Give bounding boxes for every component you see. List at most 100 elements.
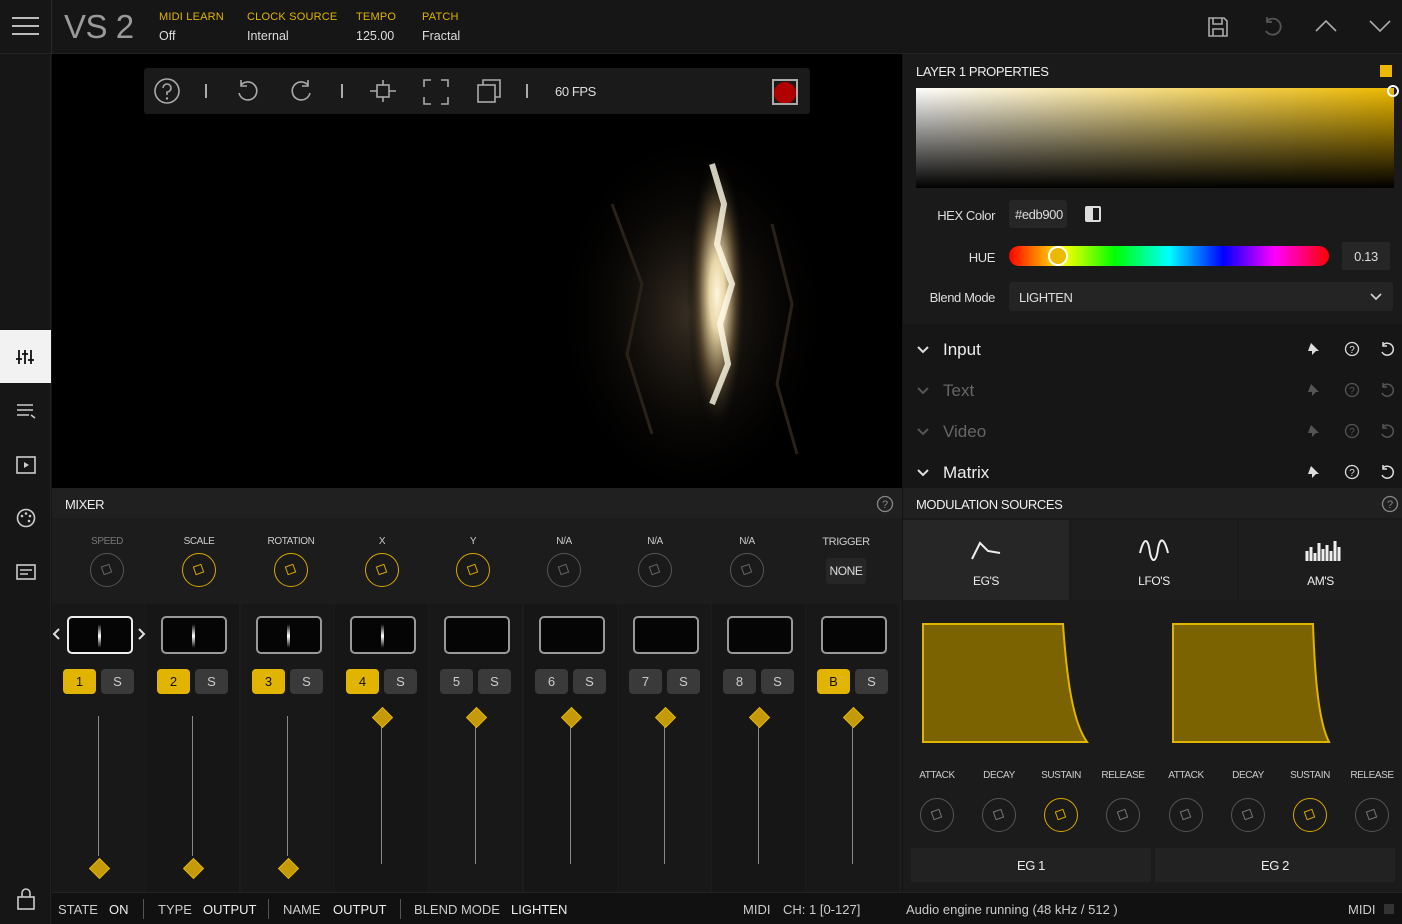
undo-icon[interactable] <box>1262 16 1284 43</box>
pin-icon[interactable] <box>1307 383 1321 397</box>
help-icon[interactable]: ? <box>1344 382 1360 398</box>
copy-icon[interactable] <box>476 78 502 109</box>
channel-thumbnail[interactable] <box>444 616 510 654</box>
channel-select-button[interactable]: 7 <box>629 669 662 694</box>
output-window-button[interactable] <box>772 79 798 105</box>
eg-param-release[interactable]: RELEASE <box>1346 770 1398 836</box>
fader-handle[interactable] <box>277 857 300 880</box>
hue-slider[interactable] <box>1009 246 1329 266</box>
channel-thumbnail[interactable] <box>539 616 605 654</box>
move-icon[interactable] <box>369 79 397 108</box>
eg2-graph[interactable] <box>1171 622 1336 744</box>
midi-learn-control[interactable]: MIDI LEARN Off <box>159 11 224 43</box>
patch-control[interactable]: PATCH Fractal <box>422 11 460 43</box>
eg-knob[interactable] <box>1106 798 1140 832</box>
eg-param-attack[interactable]: ATTACK <box>911 770 963 836</box>
fader-handle[interactable] <box>88 857 111 880</box>
channel-select-button[interactable]: 1 <box>63 669 96 694</box>
trigger-select[interactable]: NONE <box>826 558 866 584</box>
sidebar-item-media[interactable] <box>16 455 36 480</box>
channel-select-button[interactable]: 4 <box>346 669 379 694</box>
color-picker-handle[interactable] <box>1387 85 1399 97</box>
render-viewport[interactable]: 60 FPS <box>52 54 902 488</box>
param-knob[interactable] <box>90 553 124 587</box>
eg-knob[interactable] <box>1293 798 1327 832</box>
channel-thumbnail[interactable] <box>727 616 793 654</box>
fullscreen-icon[interactable] <box>422 78 450 111</box>
pin-icon[interactable] <box>1307 465 1321 479</box>
fader-track[interactable] <box>852 719 853 864</box>
solo-button[interactable]: S <box>195 669 228 694</box>
help-icon[interactable]: ? <box>876 495 894 518</box>
channel-select-button[interactable]: 6 <box>535 669 568 694</box>
section-matrix[interactable]: Matrix ? <box>903 453 1402 493</box>
color-picker-field[interactable] <box>916 85 1399 188</box>
help-icon[interactable]: ? <box>1381 495 1399 518</box>
hamburger-menu-icon[interactable] <box>12 16 39 36</box>
fader-track[interactable] <box>570 719 571 864</box>
fader-handle[interactable] <box>842 706 865 729</box>
channel-select-button[interactable]: 3 <box>252 669 285 694</box>
sidebar-item-layers[interactable] <box>16 402 36 425</box>
param-rotation-2[interactable]: ROTATION <box>251 536 331 590</box>
eg-knob[interactable] <box>920 798 954 832</box>
lock-icon[interactable] <box>16 888 36 915</box>
tab-lfos[interactable]: LFO'S <box>1071 520 1237 600</box>
section-video[interactable]: Video ? <box>903 412 1402 452</box>
fader-track[interactable] <box>664 719 665 864</box>
channel-select-button[interactable]: B <box>817 669 850 694</box>
fader-track[interactable] <box>192 716 193 856</box>
param-x-3[interactable]: X <box>342 536 422 590</box>
eg-knob[interactable] <box>1044 798 1078 832</box>
color-swatch[interactable] <box>1380 65 1392 77</box>
sidebar-item-settings[interactable] <box>16 564 36 585</box>
fader-track[interactable] <box>475 719 476 864</box>
fader-handle[interactable] <box>371 706 394 729</box>
tab-ams[interactable]: AM'S <box>1239 520 1402 600</box>
fader-track[interactable] <box>98 716 99 856</box>
channel-thumbnail[interactable] <box>821 616 887 654</box>
eg-knob[interactable] <box>1355 798 1389 832</box>
fader-handle[interactable] <box>748 706 771 729</box>
channel-select-button[interactable]: 2 <box>157 669 190 694</box>
chevron-left-icon[interactable] <box>51 627 61 641</box>
chevron-up-icon[interactable] <box>1314 18 1338 39</box>
solo-button[interactable]: S <box>667 669 700 694</box>
param-na-5[interactable]: N/A <box>524 536 604 590</box>
param-knob[interactable] <box>547 553 581 587</box>
param-na-6[interactable]: N/A <box>615 536 695 590</box>
eg-knob[interactable] <box>982 798 1016 832</box>
solo-button[interactable]: S <box>573 669 606 694</box>
param-knob[interactable] <box>638 553 672 587</box>
param-knob[interactable] <box>274 553 308 587</box>
eg-param-decay[interactable]: DECAY <box>973 770 1025 836</box>
eg-param-sustain[interactable]: SUSTAIN <box>1035 770 1087 836</box>
clock-source-control[interactable]: CLOCK SOURCE Internal <box>247 11 337 43</box>
fader-handle[interactable] <box>654 706 677 729</box>
solo-button[interactable]: S <box>478 669 511 694</box>
tab-egs[interactable]: EG'S <box>903 520 1069 600</box>
eg-param-attack[interactable]: ATTACK <box>1160 770 1212 836</box>
channel-thumbnail[interactable] <box>67 616 133 654</box>
reset-icon[interactable] <box>1379 382 1395 398</box>
solo-button[interactable]: S <box>761 669 794 694</box>
channel-thumbnail[interactable] <box>161 616 227 654</box>
fader-handle[interactable] <box>465 706 488 729</box>
eg-knob[interactable] <box>1169 798 1203 832</box>
param-knob[interactable] <box>456 553 490 587</box>
undo-view-icon[interactable] <box>236 79 260 108</box>
reset-icon[interactable] <box>1379 341 1395 357</box>
param-knob[interactable] <box>182 553 216 587</box>
fader-track[interactable] <box>758 719 759 864</box>
save-icon[interactable] <box>1207 16 1229 43</box>
fader-track[interactable] <box>381 719 382 864</box>
eg-param-release[interactable]: RELEASE <box>1097 770 1149 836</box>
eg1-label-bar[interactable]: EG 1 <box>911 848 1151 882</box>
help-icon[interactable]: ? <box>1344 423 1360 439</box>
eg-param-sustain[interactable]: SUSTAIN <box>1284 770 1336 836</box>
fader-handle[interactable] <box>182 857 205 880</box>
eg2-label-bar[interactable]: EG 2 <box>1155 848 1395 882</box>
reset-icon[interactable] <box>1379 464 1395 480</box>
solo-button[interactable]: S <box>855 669 888 694</box>
hue-value[interactable]: 0.13 <box>1342 242 1390 270</box>
